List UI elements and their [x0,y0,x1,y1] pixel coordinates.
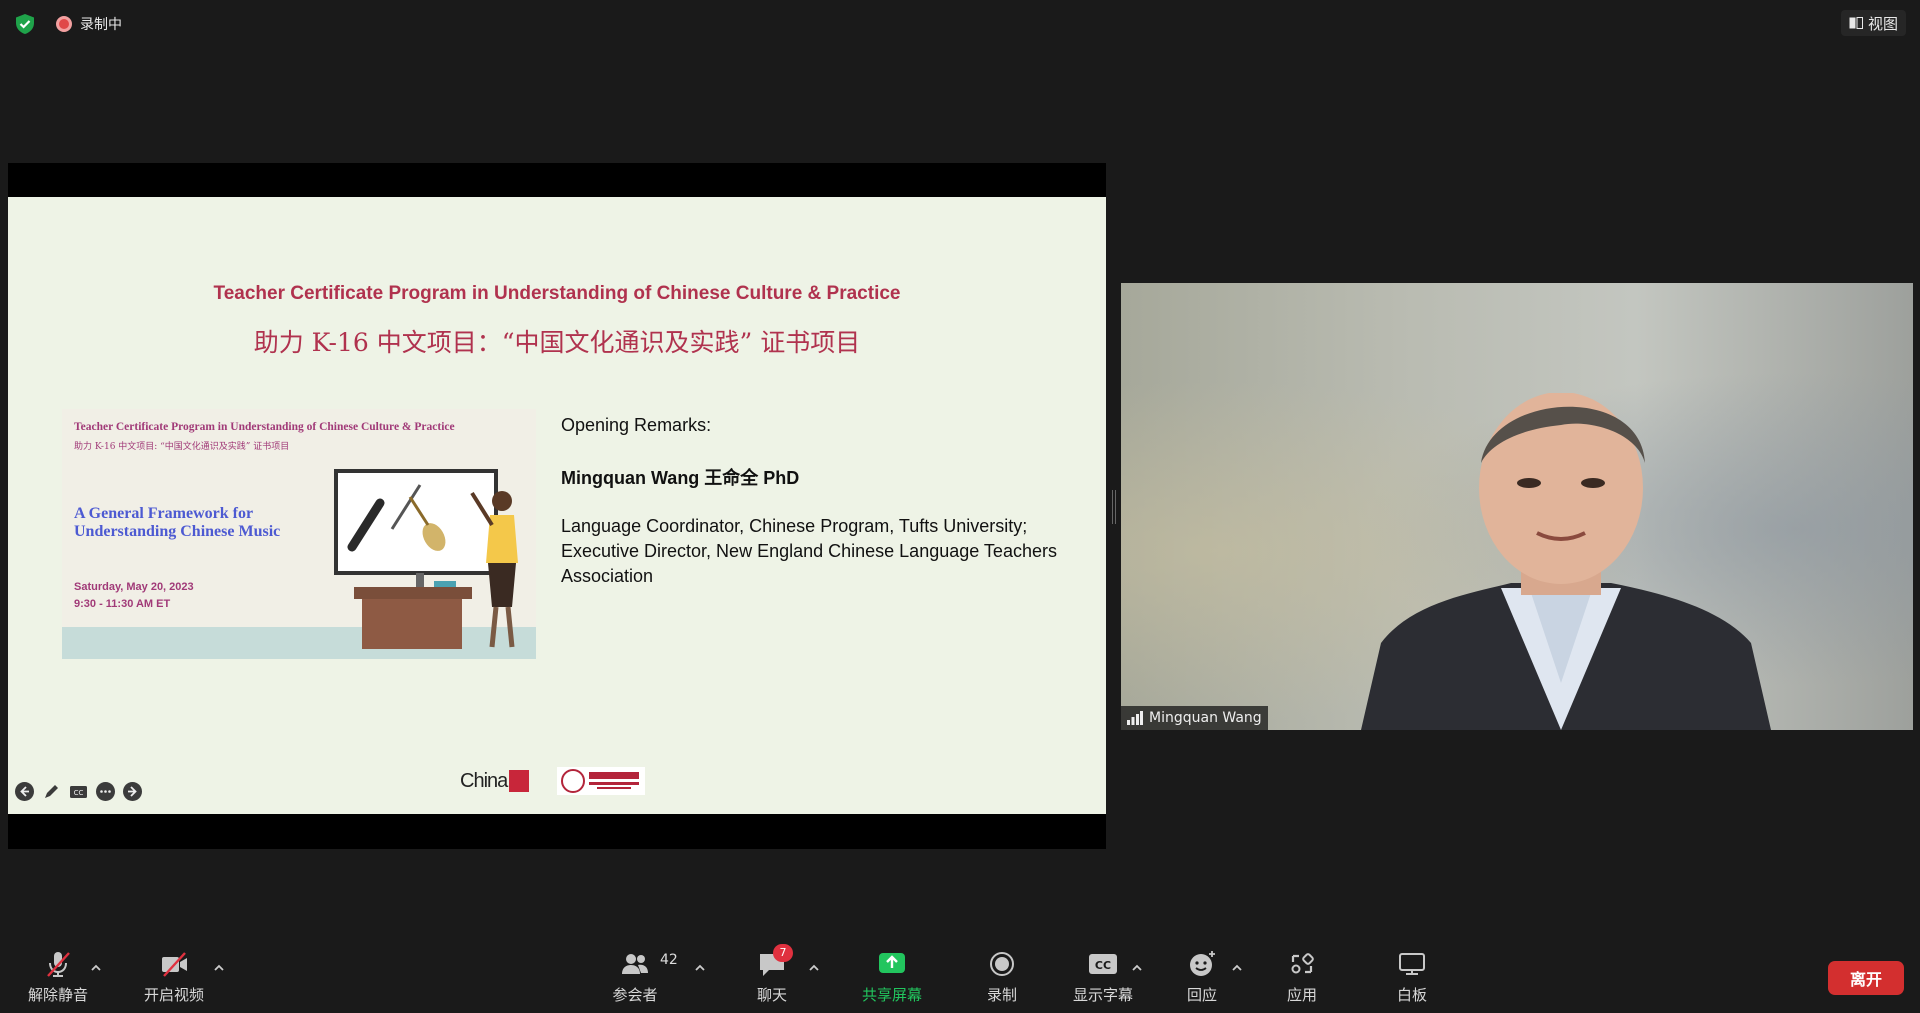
apps-label: 应用 [1286,985,1317,1004]
poster-date: Saturday, May 20, 2023 [74,581,194,593]
ecnu-seal-icon [561,769,586,793]
poster-time: 9:30 - 11:30 AM ET [74,598,171,610]
speaker-name: Mingquan Wang 王命全 PhD [561,468,800,488]
whiteboard-button[interactable]: 白板 [1384,941,1440,1013]
reactions-emoji-icon [1190,950,1215,976]
whiteboard-icon [1399,952,1425,975]
closed-captions-icon: CC [1089,953,1117,974]
view-label: 视图 [1867,14,1898,33]
zoom-meeting-window: { "topbar": { "recording_label": "录制中", … [0,0,1920,1013]
next-slide-icon[interactable] [122,781,143,802]
ecnu-wordmark-icon [589,772,640,789]
video-camera-off-icon [162,951,187,977]
svg-text:CC: CC [1095,959,1111,972]
unmute-label: 解除静音 [27,985,88,1004]
unmute-button[interactable]: 解除静音 [22,941,94,1013]
participant-person-image [1361,393,1771,730]
reactions-button[interactable]: 回应 [1174,941,1230,1013]
slide-title-en: Teacher Certificate Program in Understan… [213,283,901,304]
poster-heading: A General Framework for Understanding Ch… [74,505,281,540]
pen-icon[interactable] [41,781,62,802]
remarks-heading: Opening Remarks: [561,415,712,435]
video-options-caret-icon[interactable] [213,963,225,973]
subtitles-icon[interactable]: CC [68,781,89,802]
participants-options-caret-icon[interactable] [694,963,706,973]
start-video-button[interactable]: 开启视频 [138,941,210,1013]
start-video-label: 开启视频 [143,985,204,1004]
share-screen-icon [879,952,905,973]
audio-options-caret-icon[interactable] [90,963,102,973]
microphone-muted-icon [47,951,70,977]
panel-resize-handle[interactable] [1112,490,1116,524]
top-bar: 录制中 视图 [0,0,1920,48]
recording-dot-icon [56,16,72,32]
china-institute-seal-icon [509,770,530,792]
participants-label: 参会者 [612,985,658,1004]
security-shield-icon[interactable] [14,13,36,35]
participant-name: Mingquan Wang [1149,710,1262,726]
apps-button[interactable]: 应用 [1274,941,1330,1013]
leave-meeting-button[interactable]: 离开 [1828,961,1904,995]
show-captions-label: 显示字幕 [1072,985,1133,1004]
speaker-description: Language Coordinator, Chinese Program, T… [561,516,1057,586]
share-screen-label: 共享屏幕 [861,985,922,1004]
participants-count: 42 [660,951,678,968]
chat-label: 聊天 [756,985,787,1004]
poster-program-title: Teacher Certificate Program in Understan… [74,421,455,433]
previous-slide-icon[interactable] [14,781,35,802]
chat-options-caret-icon[interactable] [808,963,820,973]
share-screen-button[interactable]: 共享屏幕 [852,941,932,1013]
participants-button[interactable]: 42 参会者 [600,941,678,1013]
participant-video[interactable]: Mingquan Wang [1121,283,1913,730]
meeting-toolbar: 解除静音 开启视频 42 参会者 7 聊天 共享屏幕 录制 CC 显示字幕 回应… [0,941,1920,1013]
event-poster: Teacher Certificate Program in Understan… [62,409,536,659]
teacher-whiteboard-illustration [334,469,518,649]
recording-indicator[interactable]: 录制中 [56,14,122,34]
svg-text:CC: CC [74,789,84,797]
china-institute-logo: China [460,769,530,793]
reactions-label: 回应 [1186,985,1217,1004]
speaker-info: Opening Remarks: Mingquan Wang 王命全 PhD L… [561,407,1081,589]
recording-label: 录制中 [80,17,122,33]
chat-button[interactable]: 7 聊天 [740,941,804,1013]
ecnu-logo [557,767,646,795]
chat-icon-wrap: 7 [757,943,793,978]
reactions-options-caret-icon[interactable] [1231,963,1243,973]
whiteboard-label: 白板 [1396,985,1427,1004]
view-layout-icon [1849,17,1863,29]
chat-unread-badge: 7 [773,943,793,962]
view-button[interactable]: 视图 [1840,10,1906,36]
more-options-icon[interactable] [95,781,116,802]
record-label: 录制 [986,985,1017,1004]
shared-screen[interactable]: Teacher Certificate Program in Understan… [8,163,1106,849]
show-captions-button[interactable]: CC 显示字幕 [1068,941,1138,1013]
participants-icon [622,953,648,974]
participant-name-tag: Mingquan Wang [1121,706,1268,730]
china-institute-wordmark: China [460,769,508,792]
record-button[interactable]: 录制 [972,941,1032,1013]
slide-controls: CC [14,781,143,802]
poster-program-title-zh: 助力 K-16 中文项目: “中国文化通识及实践” 证书项目 [74,442,290,452]
sponsor-logos: China [460,765,646,797]
captions-options-caret-icon[interactable] [1131,963,1143,973]
record-icon [990,951,1014,976]
participants-icon-wrap: 42 [620,950,678,978]
signal-strength-icon [1127,711,1143,725]
apps-icon [1291,952,1314,973]
slide-title-zh: 助力 K-16 中文项目：“中国文化通识及实践” 证书项目 [253,328,861,357]
presentation-slide: Teacher Certificate Program in Understan… [8,197,1106,814]
